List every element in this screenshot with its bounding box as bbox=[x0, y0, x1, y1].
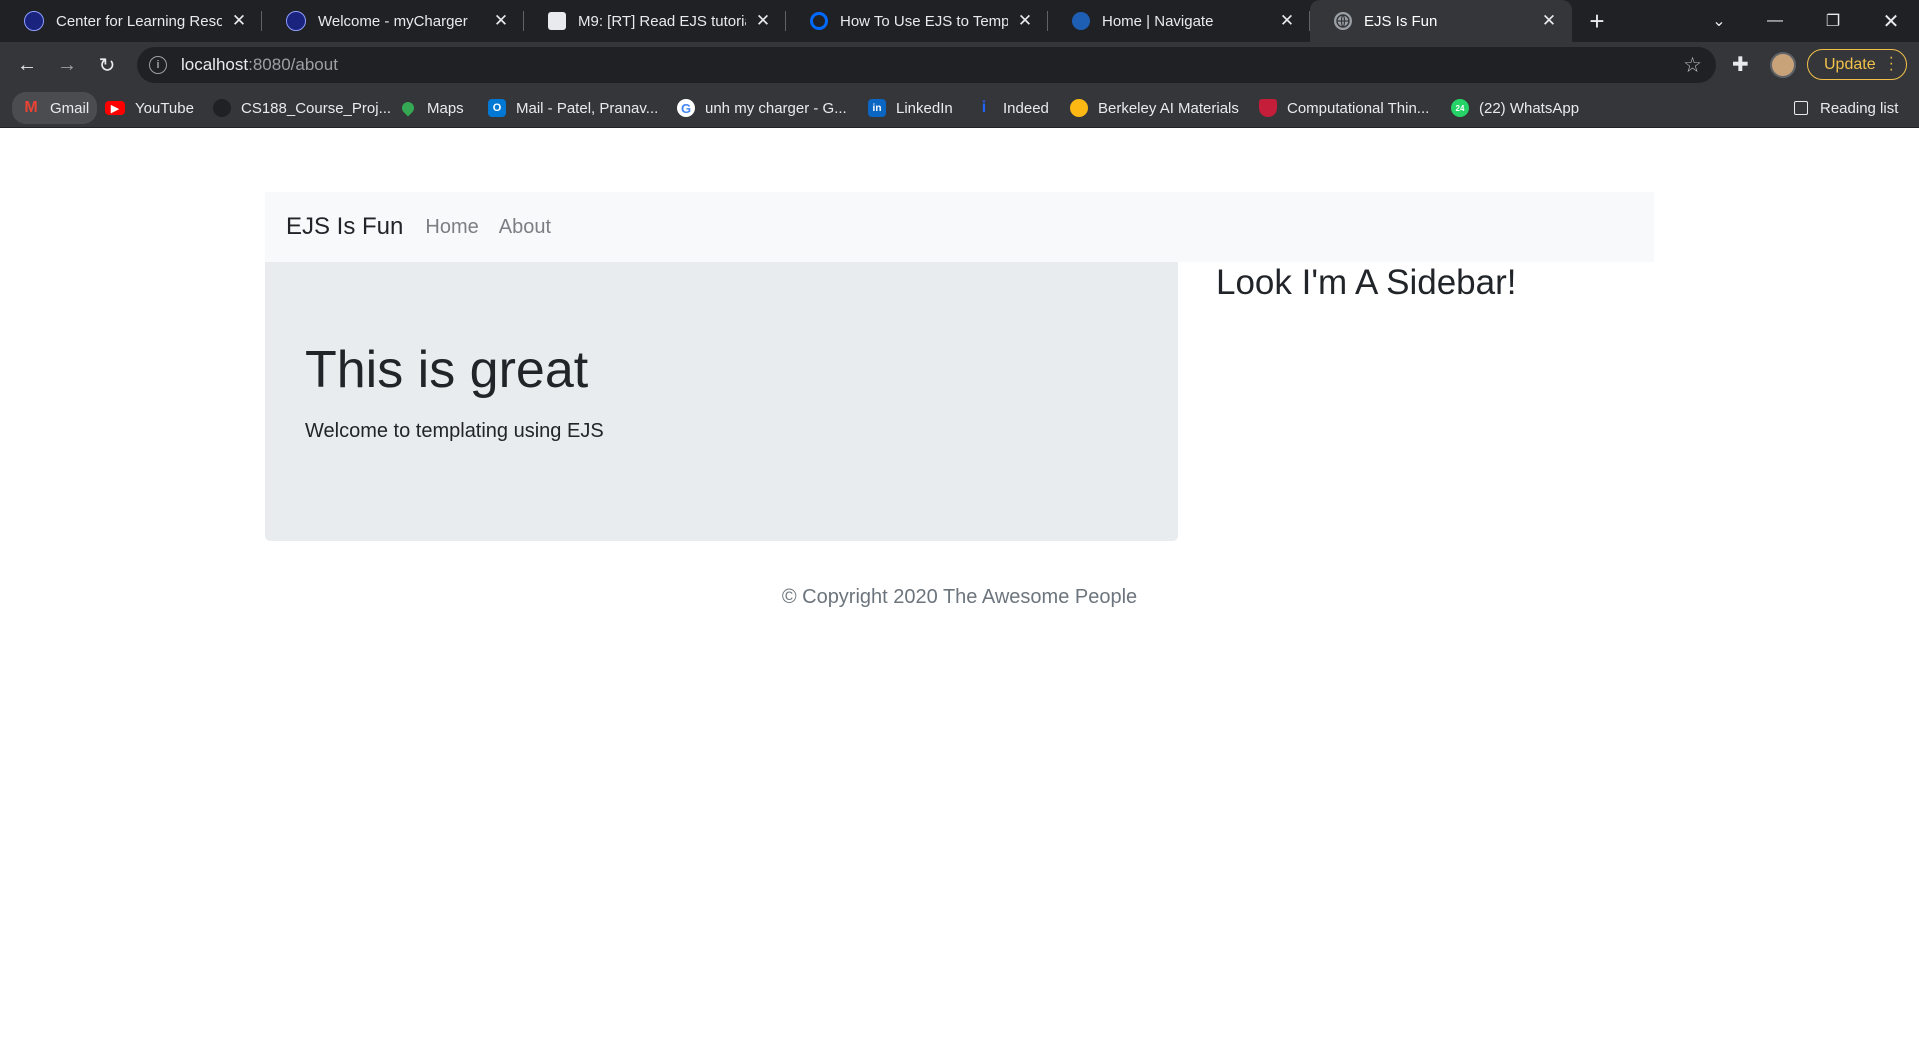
bookmark-gmail[interactable]: M Gmail bbox=[12, 92, 98, 124]
forward-arrow-icon[interactable]: → bbox=[52, 50, 82, 80]
url-host: localhost bbox=[181, 55, 249, 74]
update-label: Update bbox=[1824, 55, 1876, 73]
linkedin-icon: in bbox=[868, 99, 886, 117]
close-icon[interactable]: ✕ bbox=[1538, 11, 1560, 31]
indeed-icon: i bbox=[981, 99, 987, 116]
youtube-icon: ▶ bbox=[105, 101, 125, 115]
bookmarks-bar: M Gmail ▶ YouTube CS188_Course_Proj... M… bbox=[0, 88, 1919, 128]
bookmark-label: CS188_Course_Proj... bbox=[241, 99, 392, 117]
globe-icon bbox=[1334, 12, 1352, 30]
pacman-icon bbox=[1070, 99, 1088, 117]
more-vert-icon[interactable]: · · · bbox=[1889, 50, 1894, 78]
browser-toolbar: ← → ↻ i localhost:8080/about ☆ bbox=[0, 42, 1919, 88]
restore-button[interactable]: ❐ bbox=[1804, 0, 1862, 42]
minimize-button[interactable]: — bbox=[1746, 0, 1804, 42]
reading-list-button[interactable]: Reading list bbox=[1794, 88, 1898, 128]
shield-icon bbox=[1259, 99, 1277, 117]
close-icon[interactable]: ✕ bbox=[490, 11, 512, 31]
bookmark-indeed[interactable]: i Indeed bbox=[975, 88, 1049, 128]
navigate-icon bbox=[1072, 12, 1090, 30]
url-path: :8080/about bbox=[248, 55, 338, 74]
bookmark-mail-patel[interactable]: O Mail - Patel, Pranav... bbox=[488, 88, 658, 128]
jumbotron-title: This is great bbox=[305, 341, 589, 399]
profile-avatar[interactable] bbox=[1770, 52, 1796, 78]
bookmark-label: (22) WhatsApp bbox=[1479, 99, 1580, 117]
close-icon[interactable]: ✕ bbox=[228, 11, 250, 31]
reading-list-icon bbox=[1794, 101, 1808, 115]
bookmark-unh-mycharger[interactable]: G unh my charger - G... bbox=[677, 88, 847, 128]
tab-m9-ejs-tutorial[interactable]: M9: [RT] Read EJS tutorial a ✕ bbox=[524, 0, 786, 42]
whatsapp-icon: 24 bbox=[1451, 99, 1469, 117]
bookmark-label: LinkedIn bbox=[896, 99, 953, 117]
globe-badge-icon bbox=[24, 11, 44, 31]
bookmark-label: Computational Thin... bbox=[1287, 99, 1430, 117]
bookmark-label: unh my charger - G... bbox=[705, 99, 847, 117]
nav-link-about[interactable]: About bbox=[499, 216, 551, 239]
bookmark-label: YouTube bbox=[135, 99, 194, 117]
url-text[interactable]: localhost:8080/about bbox=[181, 55, 338, 75]
bookmark-label: Mail - Patel, Pranav... bbox=[516, 99, 659, 117]
tab-center-for-learning[interactable]: Center for Learning Resourc ✕ bbox=[0, 0, 262, 42]
bookmark-label: Indeed bbox=[1003, 99, 1049, 117]
tab-title: M9: [RT] Read EJS tutorial a bbox=[578, 12, 746, 30]
outlook-icon: O bbox=[488, 99, 506, 117]
navbar-brand[interactable]: EJS Is Fun bbox=[286, 213, 403, 241]
bookmark-star-icon[interactable]: ☆ bbox=[1683, 53, 1702, 78]
bookmark-maps[interactable]: Maps bbox=[399, 88, 464, 128]
close-icon[interactable]: ✕ bbox=[1276, 11, 1298, 31]
jumbotron: This is great Welcome to templating usin… bbox=[265, 262, 1178, 541]
site-navbar: EJS Is Fun Home About bbox=[265, 192, 1654, 262]
bookmark-youtube[interactable]: ▶ YouTube bbox=[105, 88, 194, 128]
tab-ejs-is-fun[interactable]: EJS Is Fun ✕ bbox=[1310, 0, 1572, 42]
tab-title: How To Use EJS to Template bbox=[840, 12, 1008, 30]
bookmark-label: Berkeley AI Materials bbox=[1098, 99, 1239, 117]
bookmark-label: Gmail bbox=[50, 99, 90, 117]
address-bar[interactable]: i localhost:8080/about ☆ bbox=[137, 47, 1716, 83]
sidebar-title: Look I'm A Sidebar! bbox=[1216, 263, 1517, 302]
github-icon bbox=[213, 99, 231, 117]
site-info-icon[interactable]: i bbox=[149, 56, 167, 74]
tab-search-chevron-icon[interactable]: ⌄ bbox=[1690, 0, 1748, 42]
tab-title: Welcome - myCharger bbox=[318, 12, 468, 30]
bookmark-berkeley-ai[interactable]: Berkeley AI Materials bbox=[1070, 88, 1239, 128]
close-icon[interactable]: ✕ bbox=[752, 11, 774, 31]
gmail-icon: M bbox=[24, 99, 38, 116]
update-button[interactable]: Update · · · bbox=[1807, 49, 1907, 80]
tab-how-to-use-ejs[interactable]: How To Use EJS to Template ✕ bbox=[786, 0, 1048, 42]
digitalocean-icon bbox=[810, 12, 828, 30]
new-tab-button[interactable]: + bbox=[1572, 0, 1622, 42]
close-icon[interactable]: ✕ bbox=[1014, 11, 1036, 31]
back-arrow-icon[interactable]: ← bbox=[12, 50, 42, 80]
nav-link-home[interactable]: Home bbox=[425, 216, 478, 239]
maps-icon bbox=[399, 99, 417, 117]
page-viewport: EJS Is Fun Home About This is great Welc… bbox=[0, 128, 1919, 1063]
bookmark-whatsapp[interactable]: 24 (22) WhatsApp bbox=[1451, 88, 1579, 128]
tab-strip: Center for Learning Resourc ✕ Welcome - … bbox=[0, 0, 1919, 42]
close-window-button[interactable]: ✕ bbox=[1862, 0, 1919, 42]
tab-home-navigate[interactable]: Home | Navigate ✕ bbox=[1048, 0, 1310, 42]
document-icon bbox=[548, 12, 566, 30]
footer-copyright: © Copyright 2020 The Awesome People bbox=[781, 586, 1138, 608]
bookmark-cs188[interactable]: CS188_Course_Proj... bbox=[213, 88, 391, 128]
tab-title: Center for Learning Resourc bbox=[56, 12, 222, 30]
reading-list-label: Reading list bbox=[1820, 99, 1899, 117]
tab-title: EJS Is Fun bbox=[1364, 12, 1438, 30]
tab-title: Home | Navigate bbox=[1102, 12, 1214, 30]
bookmark-label: Maps bbox=[427, 99, 464, 117]
globe-badge-icon bbox=[286, 11, 306, 31]
bookmark-linkedin[interactable]: in LinkedIn bbox=[868, 88, 953, 128]
tab-welcome-mycharger[interactable]: Welcome - myCharger ✕ bbox=[262, 0, 524, 42]
jumbotron-text: Welcome to templating using EJS bbox=[305, 420, 604, 442]
extensions-puzzle-icon[interactable]: ✚ bbox=[1732, 52, 1749, 77]
reload-icon[interactable]: ↻ bbox=[92, 50, 122, 80]
google-icon: G bbox=[677, 99, 695, 117]
bookmark-computational-thinking[interactable]: Computational Thin... bbox=[1259, 88, 1429, 128]
